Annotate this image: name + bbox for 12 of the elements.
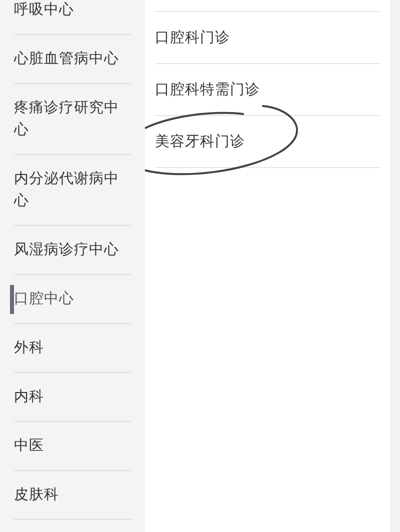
department-item[interactable]: 心脏血管病中心: [14, 35, 131, 84]
clinic-item[interactable]: 口腔科门诊: [155, 28, 230, 47]
department-item[interactable]: 中医: [14, 422, 131, 471]
department-item[interactable]: 外科: [14, 324, 131, 373]
department-item[interactable]: 内分泌代谢病中心: [14, 155, 131, 226]
department-item[interactable]: 呼吸中心: [14, 0, 131, 35]
clinic-item[interactable]: 口腔科特需门诊: [155, 80, 260, 99]
department-item[interactable]: 内科: [14, 373, 131, 422]
clinic-item[interactable]: 美容牙科门诊: [155, 132, 245, 151]
department-item[interactable]: 疼痛诊疗研究中心: [14, 84, 131, 155]
department-item[interactable]: 风湿病诊疗中心: [14, 226, 131, 275]
department-item[interactable]: 皮肤科: [14, 471, 131, 520]
